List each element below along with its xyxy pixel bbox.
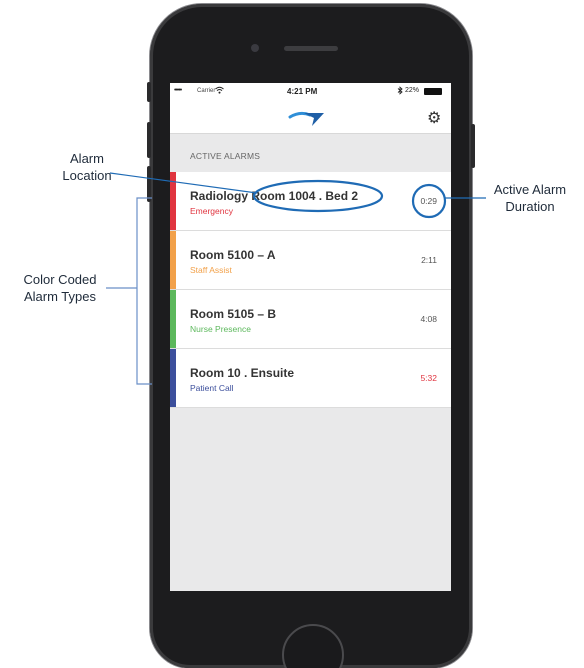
annotation-color-coded-line2: Alarm Types [23,289,96,304]
home-button[interactable] [282,624,344,668]
annotation-color-coded: Color Coded Alarm Types [8,271,112,305]
nav-bar: ⚙ [170,100,451,134]
annotation-color-coded-line1: Color Coded [23,272,97,287]
alarm-duration: 4:08 [420,314,437,324]
side-button [147,82,151,102]
alarm-list: Radiology Room 1004 . Bed 2 Emergency 0:… [170,172,451,408]
earpiece-speaker [284,46,338,51]
alarm-row[interactable]: Radiology Room 1004 . Bed 2 Emergency 0:… [170,172,451,231]
alarm-color-stripe [170,290,176,348]
section-header: ACTIVE ALARMS [190,151,261,161]
front-camera [251,44,259,52]
carrier-label: Carrier [197,88,216,94]
alarm-duration: 2:11 [421,255,437,265]
alarm-type: Patient Call [190,383,234,393]
alarm-type: Emergency [190,206,233,216]
alarm-duration: 5:32 [420,373,437,383]
alarm-color-stripe [170,231,176,289]
annotation-alarm-location-line2: Location [62,168,112,183]
annotation-duration-line1: Active Alarm [493,182,567,197]
bluetooth-icon [397,86,403,97]
alarm-location: Room 10 . Ensuite [190,366,295,380]
volume-down-button [147,166,151,202]
alarm-location: Radiology Room 1004 . Bed 2 [190,189,359,203]
app-logo-icon [288,111,324,126]
alarm-duration: 0:29 [420,196,437,206]
alarm-row[interactable]: Room 10 . Ensuite Patient Call 5:32 [170,349,451,408]
annotation-active-alarm-duration: Active Alarm Duration [478,181,582,215]
app-screen: ••••• Carrier 4:21 PM 22% ⚙ ACTIVE ALARM… [170,83,451,591]
alarm-row[interactable]: Room 5100 – A Staff Assist 2:11 [170,231,451,290]
alarm-location: Room 5105 – B [190,307,277,321]
volume-up-button [147,122,151,158]
battery-percent: 22% [405,87,420,94]
alarm-type: Nurse Presence [190,324,251,334]
annotation-duration-line2: Duration [505,199,555,214]
alarm-color-stripe [170,172,176,230]
signal-strength: ••••• [174,87,182,94]
gear-icon[interactable]: ⚙ [427,108,441,128]
alarm-row[interactable]: Room 5105 – B Nurse Presence 4:08 [170,290,451,349]
annotation-alarm-location-line1: Alarm [70,151,104,166]
alarm-location: Room 5100 – A [190,248,276,262]
wifi-icon [215,86,224,96]
status-bar: ••••• Carrier 4:21 PM 22% [170,83,451,100]
status-time: 4:21 PM [287,87,318,96]
battery-icon [424,88,442,95]
alarm-type: Staff Assist [190,265,232,275]
annotation-alarm-location: Alarm Location [57,150,117,184]
alarm-color-stripe [170,349,176,407]
power-button [471,124,475,168]
